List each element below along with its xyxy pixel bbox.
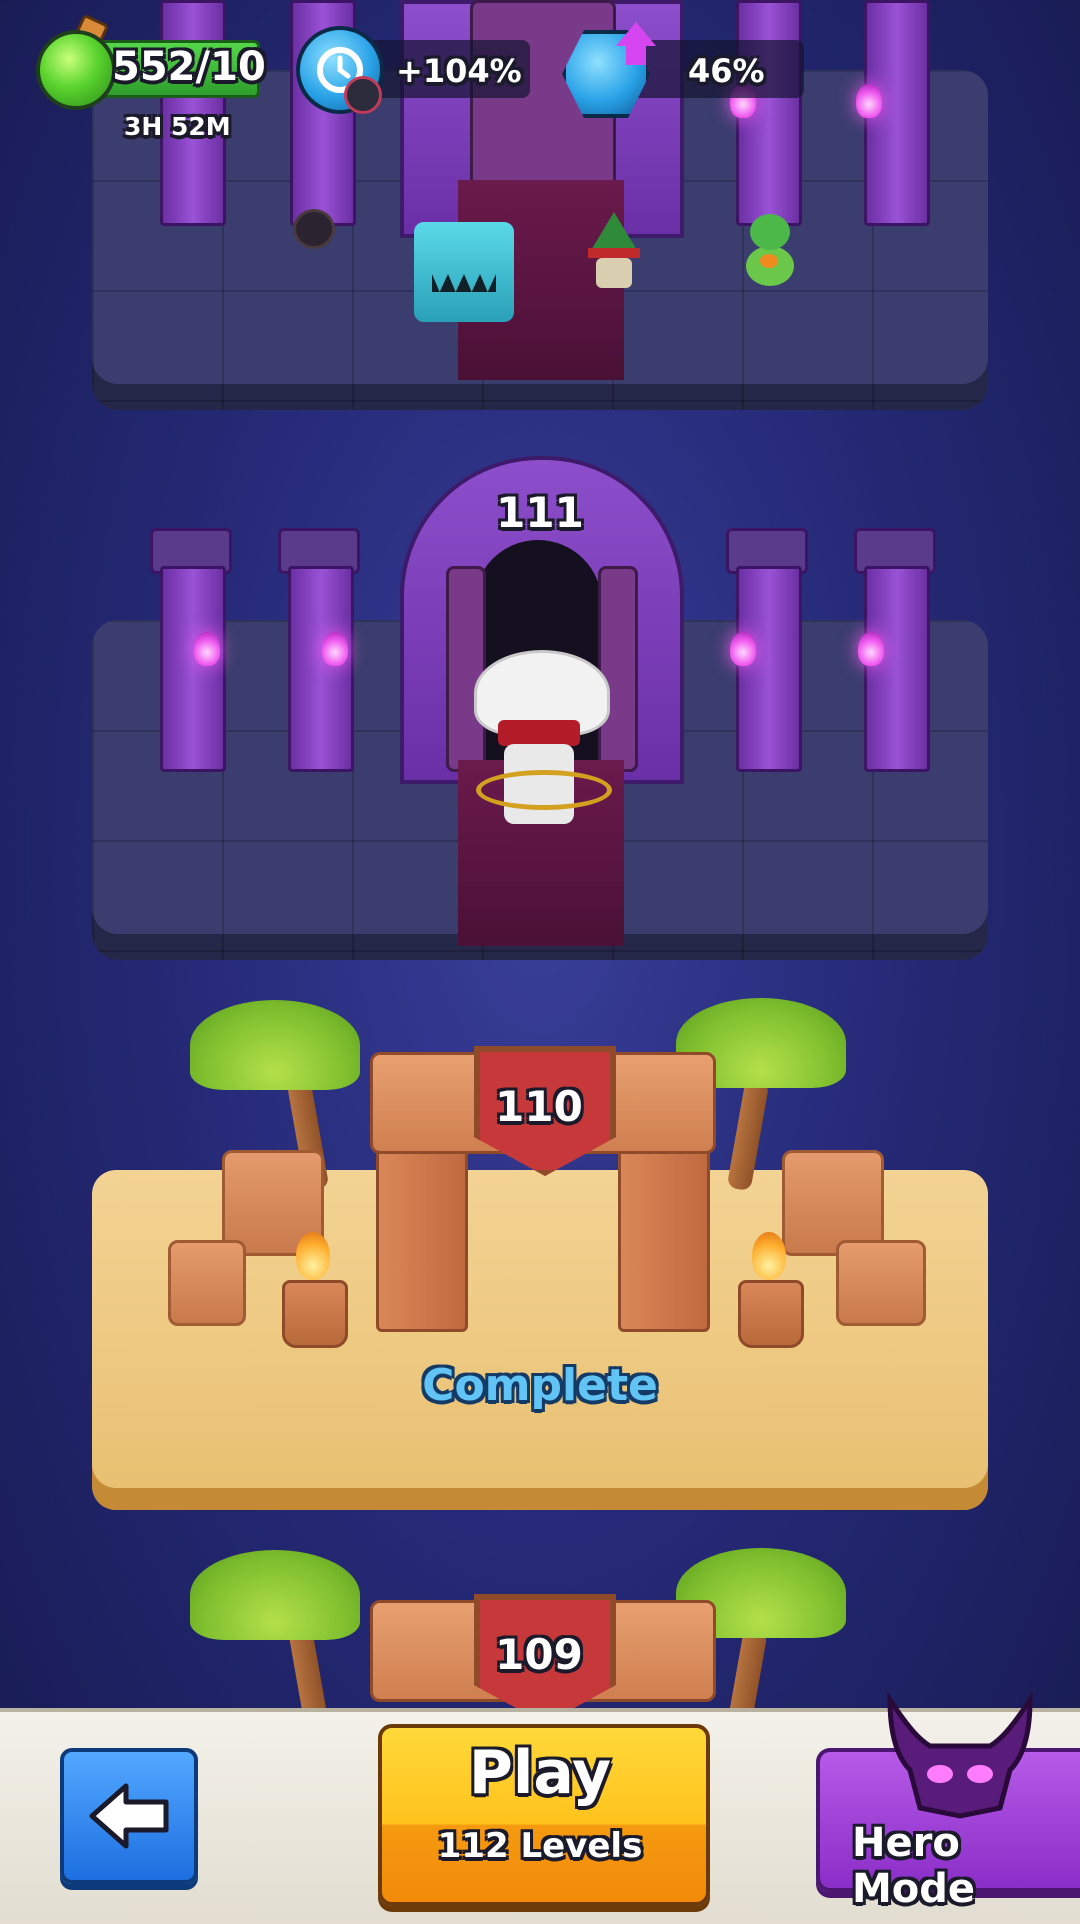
torch-icon bbox=[858, 632, 884, 666]
gate-post-left bbox=[376, 1140, 468, 1332]
play-button-label: Play bbox=[468, 1738, 612, 1808]
hero-mode-label: Hero Mode bbox=[852, 1820, 976, 1912]
pillar bbox=[160, 566, 226, 772]
back-button[interactable] bbox=[60, 1748, 198, 1884]
demon-icon bbox=[887, 1691, 1033, 1819]
level-number-111: 111 bbox=[496, 488, 584, 537]
pillar bbox=[864, 566, 930, 772]
torch-icon bbox=[194, 632, 220, 666]
spider-monster bbox=[296, 212, 332, 246]
torch-icon bbox=[730, 632, 756, 666]
arrow-left-icon bbox=[89, 1783, 169, 1849]
boost-badge-icon bbox=[344, 76, 382, 114]
pillar bbox=[288, 566, 354, 772]
torch-icon bbox=[856, 84, 882, 118]
flame-icon bbox=[752, 1232, 786, 1280]
gate-post-right bbox=[618, 1140, 710, 1332]
upgrade-arrow-stem bbox=[626, 45, 646, 65]
rock bbox=[168, 1240, 246, 1326]
ice-block-monster bbox=[414, 222, 514, 322]
energy-value: 552/10 bbox=[112, 44, 266, 90]
boost-value: +104% bbox=[396, 52, 522, 90]
energy-timer: 3H 52M bbox=[124, 112, 231, 141]
upgrade-arrow-icon bbox=[616, 22, 656, 46]
potion-icon[interactable] bbox=[36, 30, 116, 110]
torch-icon bbox=[322, 632, 348, 666]
play-button-sublabel: 112 Levels bbox=[437, 1826, 643, 1866]
pillar bbox=[736, 566, 802, 772]
plant-monster bbox=[740, 214, 800, 294]
rock bbox=[836, 1240, 926, 1326]
gem-value: 46% bbox=[688, 52, 765, 90]
level-110-status: Complete bbox=[422, 1360, 658, 1411]
palm-tree-icon bbox=[190, 1550, 360, 1640]
brazier bbox=[738, 1280, 804, 1348]
goblin-archer-monster bbox=[584, 212, 644, 292]
level-number-109: 109 bbox=[495, 1630, 583, 1679]
level-number-110: 110 bbox=[495, 1082, 583, 1131]
flame-icon bbox=[296, 1232, 330, 1280]
hero-character bbox=[474, 640, 612, 840]
palm-tree-icon bbox=[190, 1000, 360, 1090]
door-panel-right bbox=[598, 566, 638, 772]
brazier bbox=[282, 1280, 348, 1348]
